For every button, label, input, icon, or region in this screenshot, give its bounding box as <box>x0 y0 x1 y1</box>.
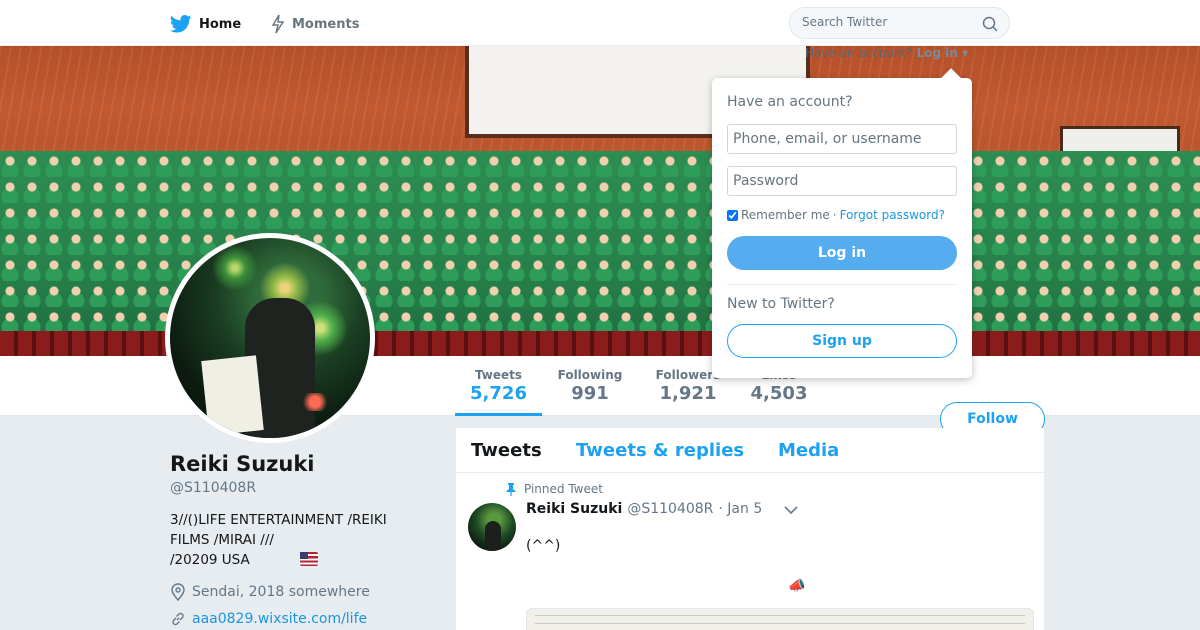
remember-row: Remember me · Forgot password? <box>727 208 945 222</box>
avatar-car-light <box>300 393 330 411</box>
header-login-text[interactable]: Log in ▾ <box>917 46 969 60</box>
stat-following[interactable]: Following 991 <box>552 368 628 404</box>
profile-location: Sendai, 2018 somewhere <box>170 583 370 601</box>
profile-handle[interactable]: @S110408R <box>170 480 256 496</box>
profile-website[interactable]: aaa0829.wixsite.com/life <box>170 611 367 627</box>
bio-line: /20209 USA <box>170 552 250 568</box>
timeline: Tweets Tweets & replies Media Pinned Twe… <box>456 428 1044 630</box>
tweet-avatar[interactable] <box>468 503 516 551</box>
twitter-bird-icon <box>170 15 192 33</box>
tab-tweets-replies[interactable]: Tweets & replies <box>576 440 744 461</box>
nav-moments-label: Moments <box>292 16 360 32</box>
remember-label[interactable]: Remember me <box>741 208 830 222</box>
location-text: Sendai, 2018 somewhere <box>192 584 370 600</box>
megaphone-emoji: 📣 <box>788 578 806 594</box>
search-icon[interactable] <box>982 16 998 32</box>
search-box[interactable] <box>789 7 1010 39</box>
login-button[interactable]: Log in <box>727 236 957 270</box>
timeline-tabs: Tweets Tweets & replies Media <box>456 428 1044 473</box>
login-title: Have an account? <box>727 94 853 110</box>
remember-checkbox[interactable] <box>727 209 738 221</box>
avatar-sign <box>201 355 264 436</box>
top-nav: Home Moments <box>0 0 1200 46</box>
tweet-media-image[interactable] <box>526 608 1034 630</box>
tweet-header: Reiki Suzuki @S110408R · Jan 5 <box>526 501 762 517</box>
tweet-author-handle[interactable]: @S110408R <box>627 501 713 517</box>
bio-line: FILMS /MIRAI /// <box>170 532 274 548</box>
login-dropdown: Have an account? Remember me · Forgot pa… <box>712 68 972 378</box>
pinned-text: Pinned Tweet <box>524 482 603 496</box>
tweet-author-name[interactable]: Reiki Suzuki <box>526 501 622 517</box>
stat-value: 991 <box>571 383 609 404</box>
stat-tweets[interactable]: Tweets 5,726 <box>455 368 542 416</box>
website-link[interactable]: aaa0829.wixsite.com/life <box>192 611 367 627</box>
tab-tweets[interactable]: Tweets <box>471 440 542 461</box>
nav-home[interactable]: Home <box>170 12 241 36</box>
stat-value: 5,726 <box>470 383 527 404</box>
tweet-text: (^^) <box>526 538 561 554</box>
profile-bio: 3//()LIFE ENTERTAINMENT /REIKI FILMS /MI… <box>170 510 420 570</box>
us-flag-icon <box>300 552 318 566</box>
forgot-password-link[interactable]: Forgot password? <box>840 208 945 222</box>
nav-moments[interactable]: Moments <box>271 12 359 36</box>
password-field[interactable] <box>727 166 957 196</box>
stat-label: Following <box>557 368 623 382</box>
avatar-firework <box>210 243 260 293</box>
username-field[interactable] <box>727 124 957 154</box>
lightning-icon <box>271 14 285 34</box>
avatar-image <box>170 238 370 438</box>
profile-name[interactable]: Reiki Suzuki <box>170 452 315 476</box>
stat-value: 4,503 <box>750 383 808 404</box>
header-have-account: Have an account? <box>805 46 913 60</box>
link-icon <box>172 612 184 626</box>
search-input[interactable] <box>802 15 972 29</box>
header-login-link[interactable]: Have an account? Log in ▾ <box>805 46 968 60</box>
chevron-down-icon[interactable] <box>784 505 798 515</box>
pin-icon <box>506 482 516 496</box>
tweet-date[interactable]: · Jan 5 <box>718 501 762 517</box>
location-pin-icon <box>171 583 185 601</box>
separator-dot: · <box>832 208 837 222</box>
profile-avatar[interactable] <box>165 233 375 443</box>
divider <box>727 284 957 285</box>
stat-label: Tweets <box>474 368 523 382</box>
stat-value: 1,921 <box>659 383 717 404</box>
signup-button[interactable]: Sign up <box>727 324 957 358</box>
tab-media[interactable]: Media <box>778 440 839 461</box>
new-to-twitter-text: New to Twitter? <box>727 296 835 312</box>
pinned-tweet-label: Pinned Tweet <box>506 482 603 496</box>
nav-home-label: Home <box>199 16 242 32</box>
bio-line: 3//()LIFE ENTERTAINMENT /REIKI <box>170 512 387 528</box>
